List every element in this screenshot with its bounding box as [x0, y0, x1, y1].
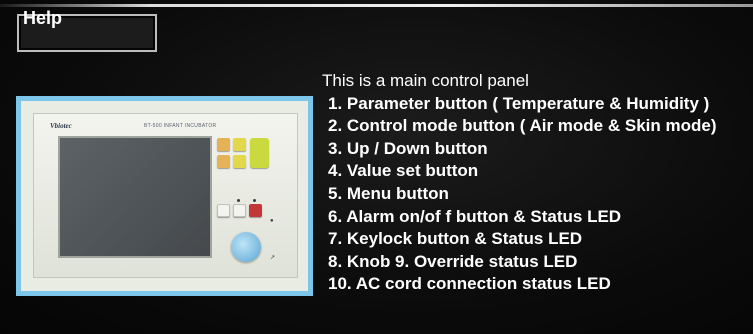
knob [231, 232, 261, 262]
top-divider [0, 4, 753, 7]
list-item: 2. Control mode button ( Air mode & Skin… [328, 116, 717, 136]
menu-button [217, 204, 230, 217]
control-mode-button [217, 155, 230, 168]
brand-logo: Vbiotec [50, 122, 72, 130]
alarm-button [233, 204, 246, 217]
model-label: BT-500 INFANT INCUBATOR [144, 123, 217, 129]
keylock-led [253, 199, 256, 202]
incubator-panel: Vbiotec BT-500 INFANT INCUBATOR ● ↗ [33, 113, 298, 278]
up-button [233, 138, 246, 151]
value-set-button [250, 138, 269, 168]
list-item: 6. Alarm on/of f button & Status LED [328, 206, 622, 226]
ac-cord-led-icon: ↗ [270, 255, 276, 261]
intro-text: This is a main control panel [322, 71, 529, 90]
list-item: 1. Parameter button ( Temperature & Humi… [328, 93, 710, 113]
list-item: 5. Menu button [328, 183, 449, 203]
list-item: 10. AC cord connection status LED [328, 274, 611, 294]
keylock-button [249, 204, 262, 217]
help-title: Help [23, 8, 63, 28]
parameter-button [217, 138, 230, 151]
list-item: 4. Value set button [328, 161, 479, 181]
alarm-led [237, 199, 240, 202]
control-panel-photo: Vbiotec BT-500 INFANT INCUBATOR ● ↗ [16, 96, 313, 296]
list-item: 7. Keylock button & Status LED [328, 229, 583, 249]
override-led-icon: ● [270, 218, 274, 224]
down-button [233, 155, 246, 168]
lcd-display [58, 136, 212, 258]
list-item: 8. Knob 9. Override status LED [328, 251, 578, 271]
list-item: 3. Up / Down button [328, 138, 488, 158]
help-text-list: This is a main control panel 1. Paramete… [322, 70, 716, 296]
help-screen: Help Vbiotec BT-500 INFANT INCUBATOR ● ↗… [0, 0, 753, 334]
